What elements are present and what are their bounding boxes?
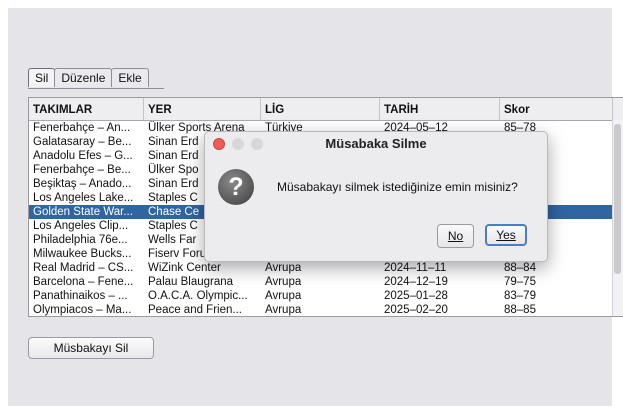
table-cell: 2025–01–28 bbox=[384, 290, 448, 302]
table-header: TAKIMLAR YER LİG TARİH Skor bbox=[29, 98, 623, 121]
delete-confirm-dialog: Müsabaka Silme ? Müsabakayı silmek isted… bbox=[204, 131, 548, 262]
table-cell: Galatasaray – Be... bbox=[33, 136, 132, 148]
table-cell: O.A.C.A. Olympic... bbox=[148, 290, 248, 302]
table-row[interactable]: Olympiacos – Ma... Peace and Frien... Avru… bbox=[29, 303, 613, 316]
table-cell: Panathinaikos – ... bbox=[33, 290, 128, 302]
dialog-message: Müsabakayı silmek istediğinize emin misi… bbox=[277, 180, 518, 194]
tab-bar: Sil Düzenle Ekle bbox=[28, 68, 149, 88]
vertical-scrollbar[interactable] bbox=[612, 120, 623, 316]
table-row[interactable]: Barcelona – Fene... Palau Blaugrana Avrupa… bbox=[29, 275, 613, 289]
scrollbar-thumb[interactable] bbox=[614, 124, 621, 274]
table-cell: 2025–02–20 bbox=[384, 304, 448, 316]
table-cell: Avrupa bbox=[265, 276, 302, 288]
column-header-takimlar[interactable]: TAKIMLAR bbox=[29, 98, 144, 120]
table-cell: Fenerbahçe – An... bbox=[33, 122, 131, 134]
question-icon: ? bbox=[218, 169, 254, 205]
table-cell: Fenerbahçe – Be... bbox=[33, 164, 131, 176]
table-cell: Los Angeles Lake... bbox=[33, 192, 134, 204]
yes-button-label: Yes bbox=[496, 228, 516, 242]
table-cell: 83–79 bbox=[504, 290, 536, 302]
column-header-yer[interactable]: YER bbox=[144, 98, 261, 120]
table-cell: Real Madrid – CS... bbox=[33, 262, 134, 274]
table-cell: Barcelona – Fene... bbox=[33, 276, 134, 288]
dialog-titlebar: Müsabaka Silme bbox=[205, 132, 547, 156]
table-cell: Beşiktaş – Anado... bbox=[33, 178, 132, 190]
table-cell: Peace and Frien... bbox=[148, 304, 242, 316]
table-cell: 79–75 bbox=[504, 276, 536, 288]
table-row[interactable]: Real Madrid – CS... WiZink Center Avrupa 20… bbox=[29, 261, 613, 275]
table-cell: Milwaukee Bucks... bbox=[33, 248, 132, 260]
table-cell: Avrupa bbox=[265, 290, 302, 302]
tab-duzenle[interactable]: Düzenle bbox=[54, 68, 113, 87]
delete-match-button[interactable]: Müsbakayı Sil bbox=[28, 337, 154, 359]
no-button-label: No bbox=[447, 229, 464, 243]
table-cell: 2024–12–19 bbox=[384, 276, 448, 288]
table-cell: Avrupa bbox=[265, 262, 302, 274]
table-cell: Philadelphia 76e... bbox=[33, 234, 128, 246]
table-cell: 88–84 bbox=[504, 262, 536, 274]
table-cell: Golden State War... bbox=[33, 206, 133, 218]
table-cell: WiZink Center bbox=[148, 262, 221, 274]
column-header-tarih[interactable]: TARİH bbox=[380, 98, 500, 120]
table-cell: Avrupa bbox=[265, 304, 302, 316]
table-cell: Palau Blaugrana bbox=[148, 276, 234, 288]
table-row[interactable]: Panathinaikos – ... O.A.C.A. Olympic... Av… bbox=[29, 289, 613, 303]
table-cell: 2024–11–11 bbox=[384, 262, 447, 274]
close-window-icon[interactable] bbox=[213, 138, 225, 150]
column-header-skor[interactable]: Skor bbox=[500, 98, 613, 120]
yes-button[interactable]: Yes bbox=[485, 224, 527, 246]
no-button[interactable]: No bbox=[437, 224, 474, 248]
zoom-window-icon bbox=[251, 138, 263, 150]
table-cell: Olympiacos – Ma... bbox=[33, 304, 132, 316]
tab-sil[interactable]: Sil bbox=[28, 68, 56, 87]
tab-ekle[interactable]: Ekle bbox=[111, 68, 149, 87]
table-cell: 88–85 bbox=[504, 304, 536, 316]
table-cell: Los Angeles Clip... bbox=[33, 220, 129, 232]
minimize-window-icon bbox=[232, 138, 244, 150]
column-header-lig[interactable]: LİG bbox=[261, 98, 380, 120]
tab-divider bbox=[28, 88, 164, 89]
table-cell: Anadolu Efes – G... bbox=[33, 150, 133, 162]
